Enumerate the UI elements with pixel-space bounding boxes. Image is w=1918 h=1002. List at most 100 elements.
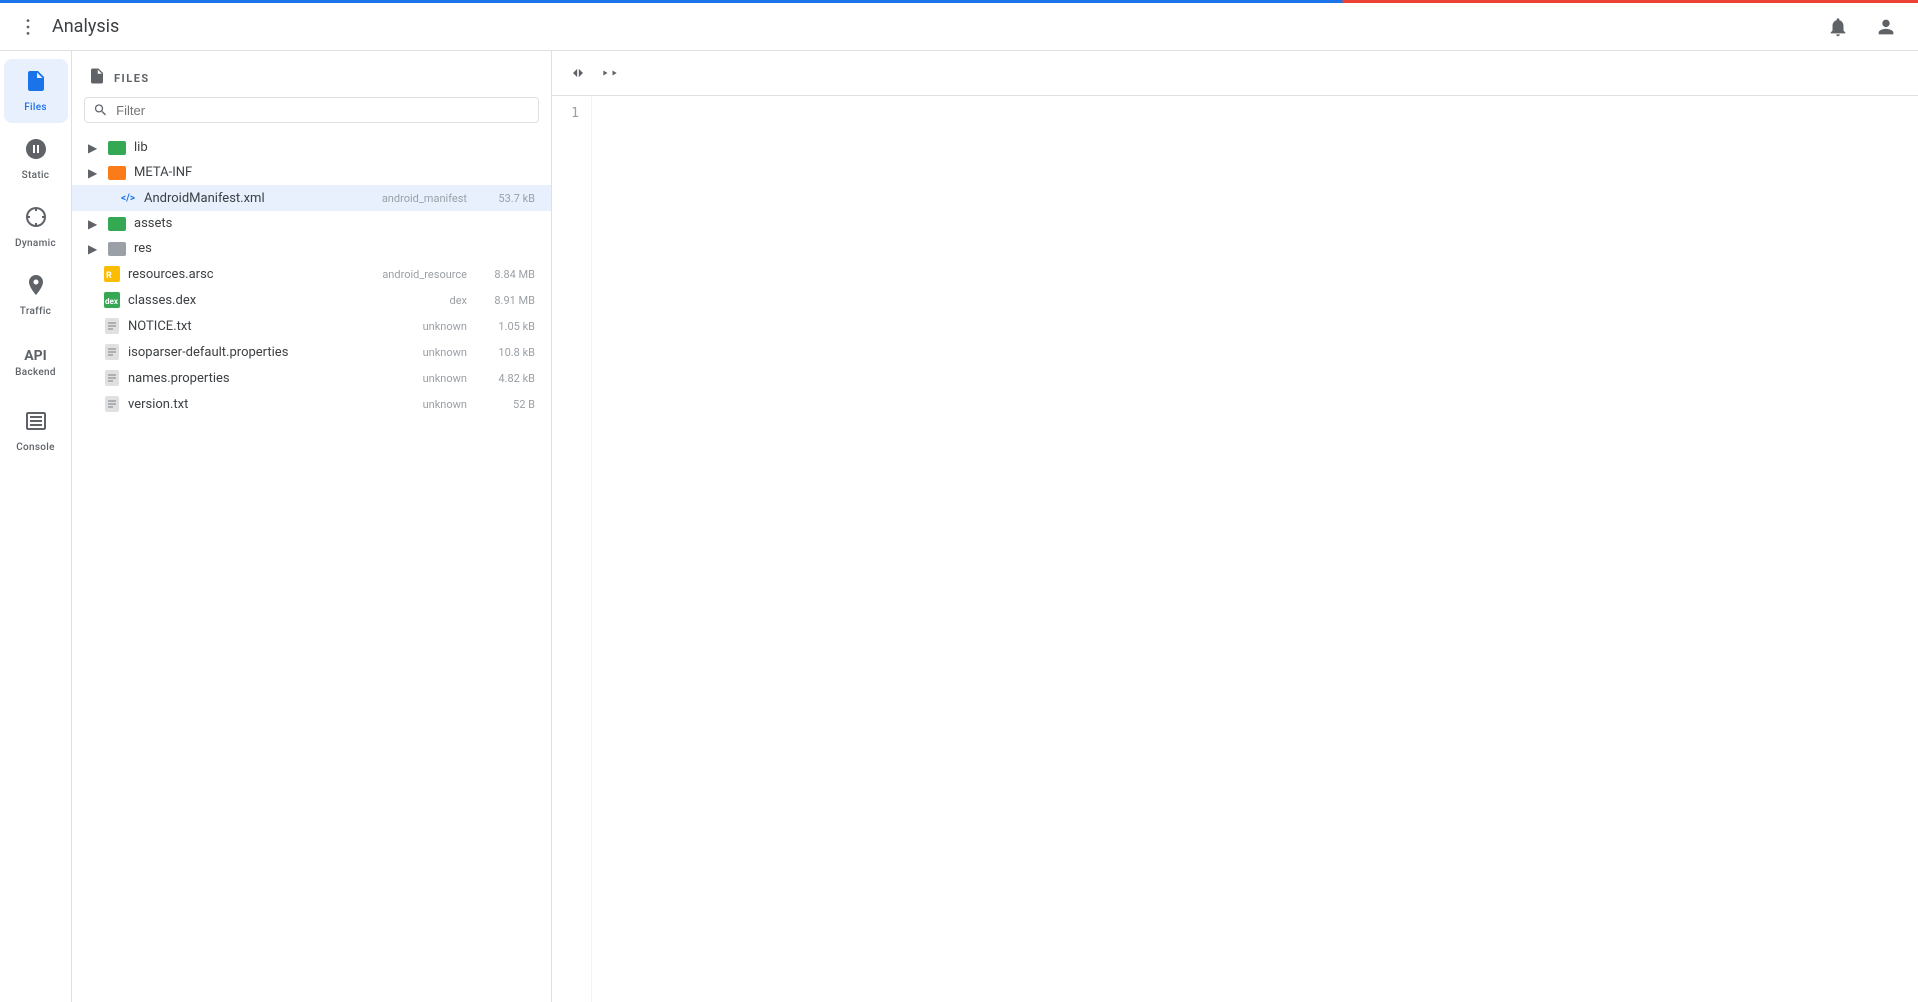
file-meta-resources-arsc: android_resource 8.84 MB xyxy=(382,268,535,281)
svg-text:R: R xyxy=(106,271,112,281)
file-meta-isoparser: unknown 10.8 kB xyxy=(423,346,535,359)
chevron-right-icon: ▶ xyxy=(88,242,104,256)
file-type-dex: dex xyxy=(450,294,468,307)
props-file-icon xyxy=(104,344,120,360)
editor-content: 1 xyxy=(552,96,1918,1002)
sidebar-item-console[interactable]: Console xyxy=(4,399,68,463)
tree-item-classes-dex[interactable]: dex classes.dex dex 8.91 MB xyxy=(72,287,551,313)
file-meta-android-manifest: android_manifest 53.7 kB xyxy=(382,192,535,205)
tree-item-lib[interactable]: ▶ lib xyxy=(72,135,551,160)
traffic-nav-label: Traffic xyxy=(20,306,51,317)
svg-text:dex: dex xyxy=(105,297,119,306)
filter-input[interactable] xyxy=(116,103,530,118)
file-type-names: unknown xyxy=(423,372,467,385)
topbar-actions xyxy=(1822,11,1902,43)
files-icon xyxy=(24,69,48,98)
main-area: Files Static Dynamic xyxy=(0,51,1918,1002)
folder-icon xyxy=(108,217,126,231)
console-nav-label: Console xyxy=(16,442,55,453)
file-name-android-manifest: AndroidManifest.xml xyxy=(144,191,382,206)
file-type-notice: unknown xyxy=(423,320,467,333)
editor-area: 1 xyxy=(552,51,1918,1002)
sidebar-item-static[interactable]: Static xyxy=(4,127,68,191)
resource-file-icon: R xyxy=(104,266,120,282)
notification-bell-icon[interactable] xyxy=(1822,11,1854,43)
file-tree: ▶ lib ▶ META-INF </> AndroidManifest.xml… xyxy=(72,131,551,1002)
file-size-isoparser: 10.8 kB xyxy=(475,346,535,359)
backend-nav-label: Backend xyxy=(15,367,56,378)
file-name-resources-arsc: resources.arsc xyxy=(128,267,382,282)
file-meta-classes-dex: dex 8.91 MB xyxy=(450,294,536,307)
chevron-right-icon: ▶ xyxy=(88,217,104,231)
file-name-notice-txt: NOTICE.txt xyxy=(128,319,423,334)
tree-item-android-manifest[interactable]: </> AndroidManifest.xml android_manifest… xyxy=(72,185,551,211)
tree-item-resources-arsc[interactable]: R resources.arsc android_resource 8.84 M… xyxy=(72,261,551,287)
chevron-right-icon: ▶ xyxy=(88,141,104,155)
tree-item-res[interactable]: ▶ res xyxy=(72,236,551,261)
folder-icon xyxy=(108,166,126,180)
sidebar-item-dynamic[interactable]: Dynamic xyxy=(4,195,68,259)
tree-item-isoparser[interactable]: isoparser-default.properties unknown 10.… xyxy=(72,339,551,365)
tree-item-meta-inf[interactable]: ▶ META-INF xyxy=(72,160,551,185)
folder-name-meta-inf: META-INF xyxy=(134,165,535,180)
file-size-names: 4.82 kB xyxy=(475,372,535,385)
sidebar-item-traffic[interactable]: Traffic xyxy=(4,263,68,327)
doc-file-icon xyxy=(104,318,120,334)
file-name-version-txt: version.txt xyxy=(128,397,423,412)
file-name-classes-dex: classes.dex xyxy=(128,293,450,308)
file-size-dex: 8.91 MB xyxy=(475,294,535,307)
files-panel-icon xyxy=(88,67,106,89)
file-meta-version-txt: unknown 52 B xyxy=(423,398,535,411)
file-size-resources: 8.84 MB xyxy=(475,268,535,281)
editor-toolbar xyxy=(552,51,1918,96)
sidebar-item-backend[interactable]: API Backend xyxy=(4,331,68,395)
user-account-icon[interactable] xyxy=(1870,11,1902,43)
file-name-names-properties: names.properties xyxy=(128,371,423,386)
file-name-isoparser: isoparser-default.properties xyxy=(128,345,423,360)
file-size-android-manifest: 53.7 kB xyxy=(475,192,535,205)
menu-icon[interactable] xyxy=(12,11,44,43)
file-type-resources: android_resource xyxy=(382,268,467,281)
folder-icon xyxy=(108,141,126,155)
files-search-box[interactable] xyxy=(84,97,539,123)
sidebar-item-files[interactable]: Files xyxy=(4,59,68,123)
file-meta-notice-txt: unknown 1.05 kB xyxy=(423,320,535,333)
file-size-version: 52 B xyxy=(475,398,535,411)
files-panel: FILES ▶ lib ▶ META-INF </ xyxy=(72,51,552,1002)
line-number-1: 1 xyxy=(564,104,579,125)
version-file-icon xyxy=(104,396,120,412)
dex-file-icon: dex xyxy=(104,292,120,308)
static-nav-label: Static xyxy=(22,170,50,181)
tree-item-assets[interactable]: ▶ assets xyxy=(72,211,551,236)
sidebar-nav: Files Static Dynamic xyxy=(0,51,72,1002)
traffic-icon xyxy=(24,273,48,302)
files-nav-label: Files xyxy=(24,102,47,113)
tree-item-notice-txt[interactable]: NOTICE.txt unknown 1.05 kB xyxy=(72,313,551,339)
console-icon xyxy=(24,409,48,438)
tree-item-names-properties[interactable]: names.properties unknown 4.82 kB xyxy=(72,365,551,391)
progress-bar xyxy=(0,0,1918,3)
file-type-isoparser: unknown xyxy=(423,346,467,359)
file-type-android-manifest: android_manifest xyxy=(382,192,467,205)
dynamic-icon xyxy=(24,205,48,234)
tree-item-version-txt[interactable]: version.txt unknown 52 B xyxy=(72,391,551,417)
folder-name-res: res xyxy=(134,241,535,256)
file-size-notice: 1.05 kB xyxy=(475,320,535,333)
backend-icon: API xyxy=(24,349,47,363)
static-icon xyxy=(24,137,48,166)
folder-name-assets: assets xyxy=(134,216,535,231)
file-meta-names-properties: unknown 4.82 kB xyxy=(423,372,535,385)
files-panel-title: FILES xyxy=(114,72,150,85)
files-panel-header: FILES xyxy=(72,51,551,97)
chevron-right-icon: ▶ xyxy=(88,166,104,180)
names-props-file-icon xyxy=(104,370,120,386)
line-numbers: 1 xyxy=(552,96,592,1002)
collapse-left-button[interactable] xyxy=(564,59,592,87)
expand-right-button[interactable] xyxy=(596,59,624,87)
folder-icon xyxy=(108,242,126,256)
file-type-version: unknown xyxy=(423,398,467,411)
code-content[interactable] xyxy=(592,96,1918,1002)
app-title: Analysis xyxy=(52,16,119,37)
search-icon xyxy=(93,102,108,118)
folder-name-lib: lib xyxy=(134,140,535,155)
